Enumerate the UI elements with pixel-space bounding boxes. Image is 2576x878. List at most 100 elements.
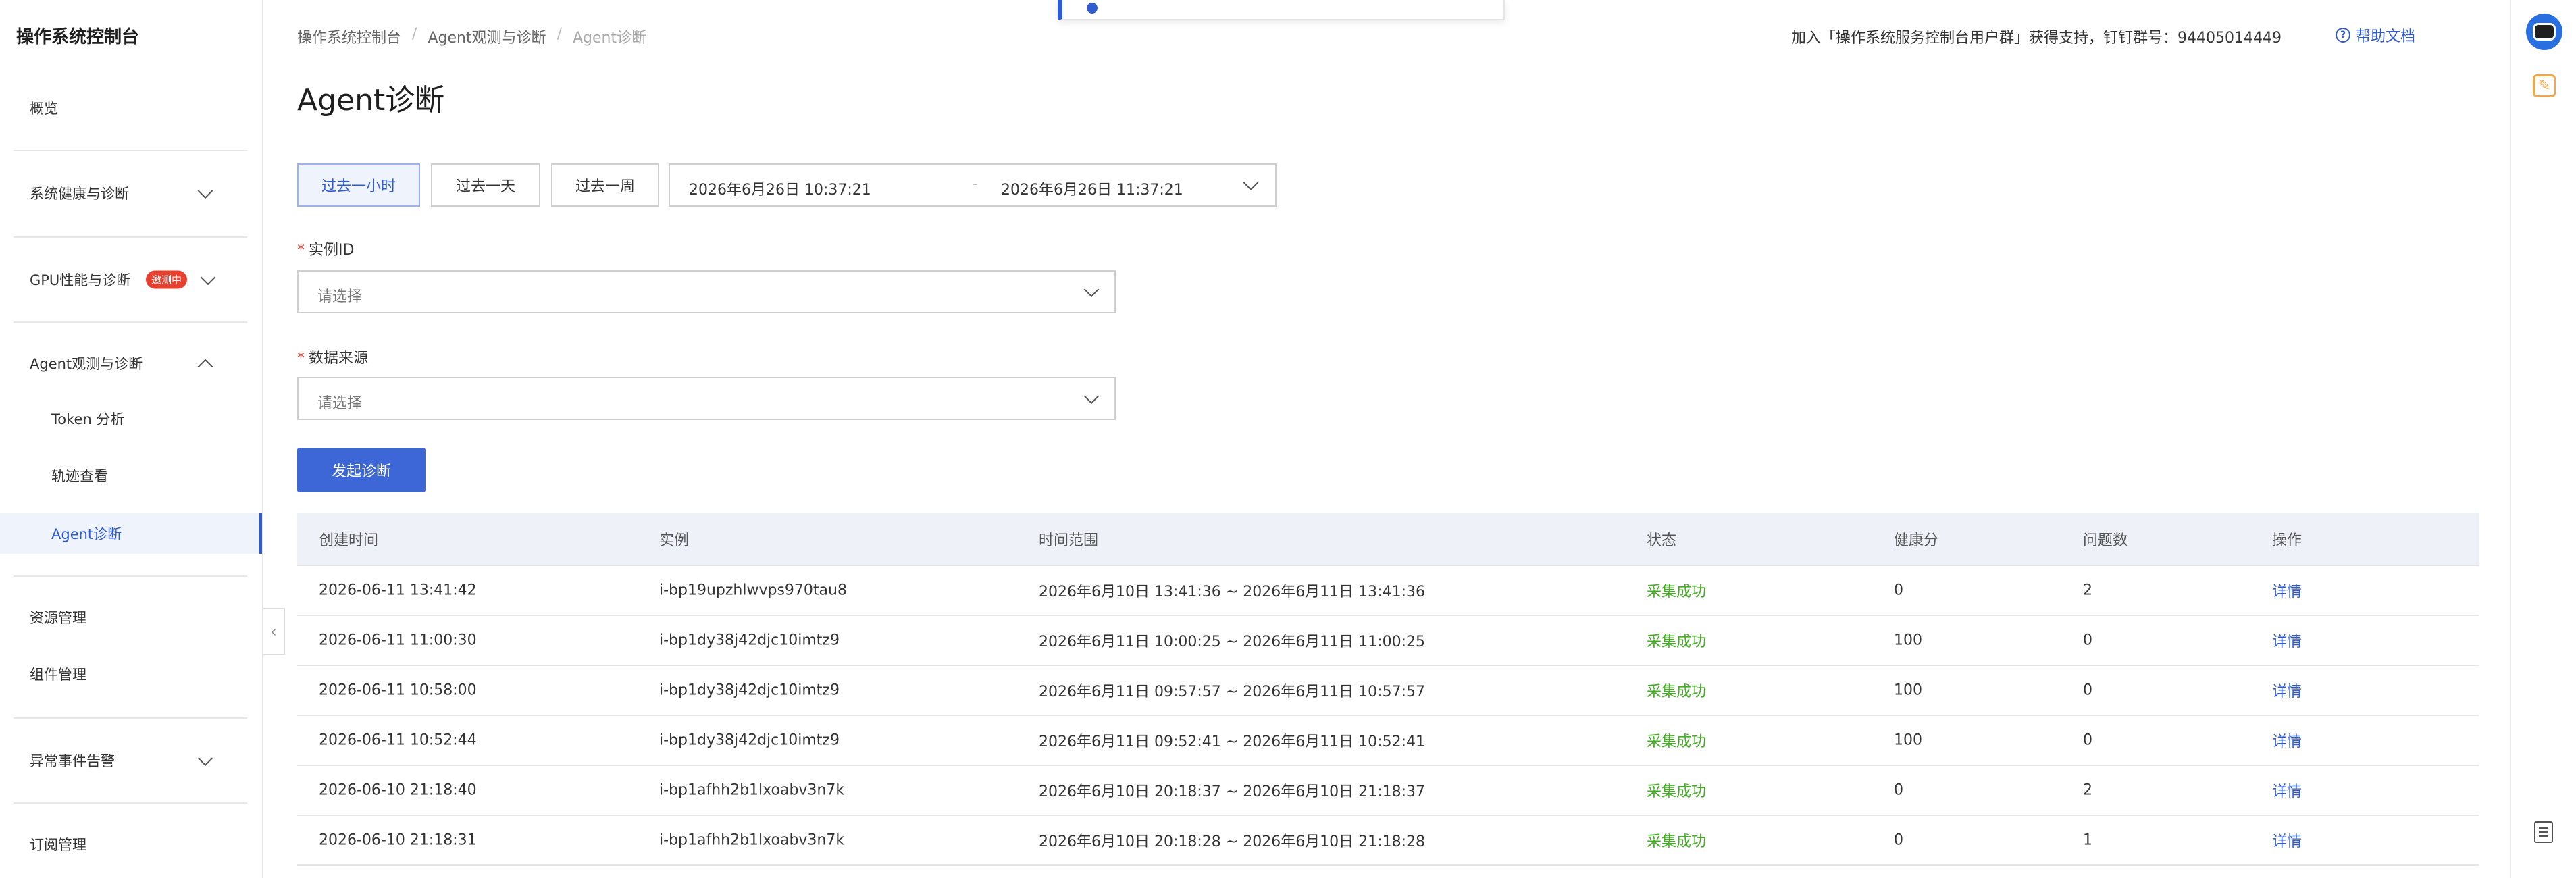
sidebar-item-trace[interactable]: 轨迹查看 xyxy=(0,455,262,496)
cell-created-time: 2026-06-11 11:00:30 xyxy=(319,631,477,649)
chevron-left-icon: ‹ xyxy=(270,622,277,641)
cell-instance: i-bp1dy38j42djc10imtz9 xyxy=(659,631,840,649)
sidebar-item-label: 轨迹查看 xyxy=(51,468,108,484)
sidebar-item-system-health[interactable]: 系统健康与诊断 xyxy=(0,173,262,213)
sidebar-item-label: GPU性能与诊断 xyxy=(30,272,131,288)
help-docs-label: 帮助文档 xyxy=(2356,28,2416,45)
table-row: 2026-06-10 21:18:31 i-bp1afhh2b1lxoabv3n7… xyxy=(297,816,2479,866)
divider xyxy=(14,575,247,577)
breadcrumb: 操作系统控制台 / Agent观测与诊断 / Agent诊断 xyxy=(297,26,646,47)
start-diagnosis-button[interactable]: 发起诊断 xyxy=(297,448,426,492)
sidebar-item-alerts[interactable]: 异常事件告警 xyxy=(0,740,262,781)
cell-instance: i-bp1dy38j42djc10imtz9 xyxy=(659,681,840,699)
sidebar-item-label: 资源管理 xyxy=(30,610,86,626)
select-placeholder: 请选择 xyxy=(317,395,363,412)
right-rail: ✎ xyxy=(2510,0,2576,878)
sidebar: 操作系统控制台 概览 系统健康与诊断 GPU性能与诊断 邀测中 Agent观测与… xyxy=(0,0,263,878)
sidebar-item-overview[interactable]: 概览 xyxy=(0,88,262,128)
cell-issue-count: 0 xyxy=(2083,731,2092,749)
sidebar-item-components[interactable]: 组件管理 xyxy=(0,654,262,694)
divider xyxy=(14,321,247,323)
cell-time-range: 2026年6月11日 09:52:41 ~ 2026年6月11日 10:52:4… xyxy=(1039,733,1425,750)
cell-time-range: 2026年6月10日 20:18:28 ~ 2026年6月10日 21:18:2… xyxy=(1039,833,1425,850)
breadcrumb-item[interactable]: Agent观测与诊断 xyxy=(428,26,546,47)
sidebar-item-subscriptions[interactable]: 订阅管理 xyxy=(0,824,262,864)
cell-created-time: 2026-06-10 21:18:40 xyxy=(319,781,477,799)
details-link[interactable]: 详情 xyxy=(2272,679,2302,701)
breadcrumb-item[interactable]: 操作系统控制台 xyxy=(297,26,401,47)
sidebar-item-agent-diagnosis[interactable]: Agent诊断 xyxy=(0,513,262,554)
sidebar-item-label: 概览 xyxy=(30,101,58,117)
details-link[interactable]: 详情 xyxy=(2272,729,2302,751)
cell-created-time: 2026-06-11 10:58:00 xyxy=(319,681,477,699)
page-title: Agent诊断 xyxy=(297,83,445,118)
table-row: 2026-06-11 10:52:44 i-bp1dy38j42djc10imtz… xyxy=(297,716,2479,766)
details-link[interactable]: 详情 xyxy=(2272,829,2302,851)
cell-issue-count: 2 xyxy=(2083,582,2092,599)
range-start: 2026年6月26日 10:37:21 xyxy=(689,182,871,199)
table-row: 2026-06-11 11:00:30 i-bp1dy38j42djc10imtz… xyxy=(297,616,2479,666)
cell-time-range: 2026年6月10日 20:18:37 ~ 2026年6月10日 21:18:3… xyxy=(1039,783,1425,800)
data-source-select[interactable]: 请选择 xyxy=(297,377,1116,420)
sidebar-item-gpu[interactable]: GPU性能与诊断 邀测中 xyxy=(0,259,262,300)
date-range-picker[interactable]: 2026年6月26日 10:37:21 - 2026年6月26日 11:37:2… xyxy=(669,163,1277,207)
help-docs-link[interactable]: ? 帮助文档 xyxy=(2336,24,2415,46)
column-header: 实例 xyxy=(659,532,690,549)
cell-status: 采集成功 xyxy=(1647,634,1707,650)
column-header: 健康分 xyxy=(1894,532,1939,549)
details-link[interactable]: 详情 xyxy=(2272,779,2302,801)
cell-status: 采集成功 xyxy=(1647,683,1707,700)
document-icon[interactable] xyxy=(2534,821,2553,843)
support-notice: 加入「操作系统服务控制台用户群」获得支持，钉钉群号：94405014449 xyxy=(1791,30,2282,47)
chevron-down-icon xyxy=(200,269,216,286)
sidebar-item-label: Agent诊断 xyxy=(51,526,122,542)
range-end: 2026年6月26日 11:37:21 xyxy=(1001,182,1183,199)
sidebar-item-label: 组件管理 xyxy=(30,667,86,683)
sidebar-item-resources[interactable]: 资源管理 xyxy=(0,597,262,638)
cell-status: 采集成功 xyxy=(1647,783,1707,800)
required-mark: * xyxy=(297,242,305,259)
assistant-avatar[interactable] xyxy=(2526,14,2562,50)
cell-issue-count: 2 xyxy=(2083,781,2092,799)
select-placeholder: 请选择 xyxy=(317,288,363,305)
sidebar-item-label: 系统健康与诊断 xyxy=(30,186,129,202)
chevron-down-icon xyxy=(1243,175,1259,191)
time-last-week-button[interactable]: 过去一周 xyxy=(551,163,659,207)
breadcrumb-separator: / xyxy=(557,26,562,43)
cell-status: 采集成功 xyxy=(1647,584,1707,600)
details-link[interactable]: 详情 xyxy=(2272,579,2302,601)
cell-time-range: 2026年6月11日 09:57:57 ~ 2026年6月11日 10:57:5… xyxy=(1039,683,1425,700)
cell-health-score: 100 xyxy=(1894,681,1922,699)
robot-icon xyxy=(2533,23,2556,41)
column-header: 时间范围 xyxy=(1039,532,1099,549)
sidebar-item-agent-observe[interactable]: Agent观测与诊断 xyxy=(0,343,262,384)
column-header: 问题数 xyxy=(2083,532,2128,549)
sidebar-item-label: Agent观测与诊断 xyxy=(30,356,143,372)
table-row: 2026-06-11 10:58:00 i-bp1dy38j42djc10imtz… xyxy=(297,666,2479,716)
sidebar-item-label: 订阅管理 xyxy=(30,837,86,853)
edit-note-icon[interactable]: ✎ xyxy=(2533,74,2556,97)
details-link[interactable]: 详情 xyxy=(2272,629,2302,651)
divider xyxy=(14,236,247,238)
instance-id-label: * 实例ID xyxy=(297,242,355,259)
cell-instance: i-bp1dy38j42djc10imtz9 xyxy=(659,731,840,749)
time-last-day-button[interactable]: 过去一天 xyxy=(431,163,540,207)
sidebar-collapse-button[interactable]: ‹ xyxy=(263,608,285,655)
cell-instance: i-bp1afhh2b1lxoabv3n7k xyxy=(659,781,845,799)
cell-instance: i-bp1afhh2b1lxoabv3n7k xyxy=(659,831,845,849)
beta-badge: 邀测中 xyxy=(146,270,188,289)
cell-health-score: 0 xyxy=(1894,781,1903,799)
app-title: 操作系统控制台 xyxy=(16,27,140,47)
chevron-down-icon xyxy=(1083,282,1100,298)
divider xyxy=(14,150,247,151)
table-row: 2026-06-11 13:41:42 i-bp19upzhlwvps970tau… xyxy=(297,566,2479,616)
instance-id-select[interactable]: 请选择 xyxy=(297,270,1116,313)
sidebar-item-token-analysis[interactable]: Token 分析 xyxy=(0,398,262,439)
cell-created-time: 2026-06-11 10:52:44 xyxy=(319,731,477,749)
column-header: 状态 xyxy=(1647,532,1677,549)
breadcrumb-current: Agent诊断 xyxy=(572,30,647,47)
cell-time-range: 2026年6月10日 13:41:36 ~ 2026年6月11日 13:41:3… xyxy=(1039,584,1425,600)
time-last-hour-button[interactable]: 过去一小时 xyxy=(297,163,420,207)
cell-issue-count: 0 xyxy=(2083,631,2092,649)
cell-status: 采集成功 xyxy=(1647,733,1707,750)
